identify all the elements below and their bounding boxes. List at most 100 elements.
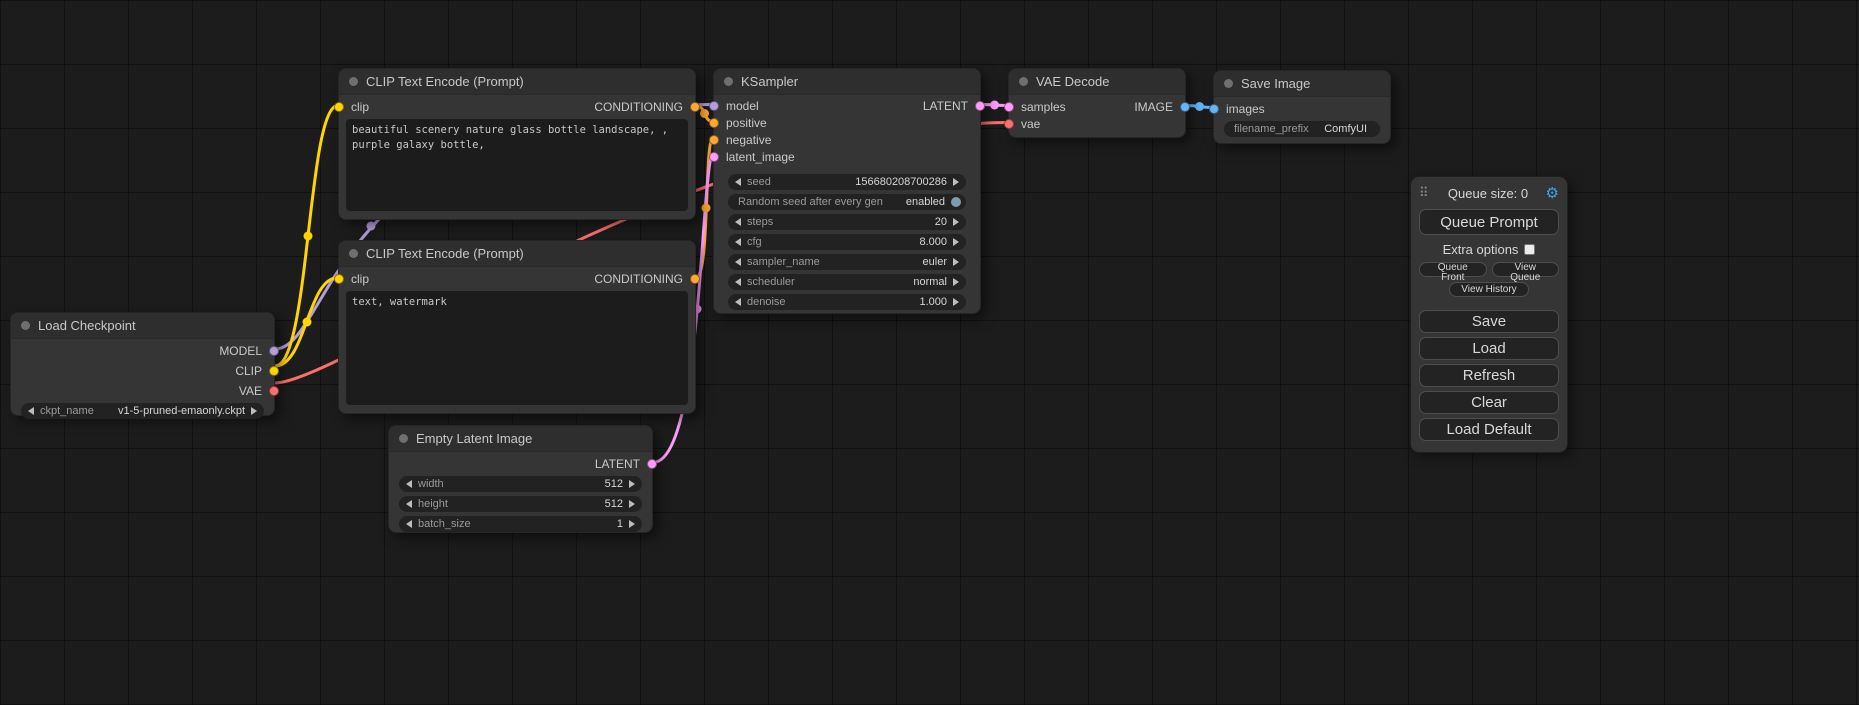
widget-height[interactable]: height 512: [399, 496, 642, 512]
link-midpoint-dot: [367, 222, 376, 231]
samples-input-dot[interactable]: [1004, 102, 1014, 112]
latent-output-dot[interactable]: [647, 459, 657, 469]
decrement-arrow-icon[interactable]: [406, 520, 412, 528]
input-slot-images: images: [1214, 100, 1390, 117]
decrement-arrow-icon[interactable]: [735, 278, 741, 286]
collapse-dot-icon[interactable]: [399, 434, 408, 443]
node-title: Save Image: [1241, 76, 1310, 91]
increment-arrow-icon[interactable]: [629, 480, 635, 488]
slot-row: clip CONDITIONING: [339, 270, 695, 287]
widget-denoise[interactable]: denoise 1.000: [728, 294, 966, 310]
collapse-dot-icon[interactable]: [349, 249, 358, 258]
increment-arrow-icon[interactable]: [629, 520, 635, 528]
node-graph-canvas[interactable]: Load Checkpoint MODEL CLIP VAE ckpt_name…: [0, 0, 1859, 705]
increment-arrow-icon[interactable]: [953, 258, 959, 266]
extra-options-checkbox[interactable]: [1524, 244, 1535, 255]
node-load-checkpoint[interactable]: Load Checkpoint MODEL CLIP VAE ckpt_name…: [10, 312, 275, 416]
latent-image-input-dot[interactable]: [709, 152, 719, 162]
decrement-arrow-icon[interactable]: [406, 480, 412, 488]
collapse-dot-icon[interactable]: [1019, 77, 1028, 86]
slot-label: VAE: [239, 384, 262, 398]
clip-input-dot[interactable]: [334, 274, 344, 284]
node-title-bar[interactable]: VAE Decode: [1009, 69, 1185, 95]
widget-sampler-name[interactable]: sampler_name euler: [728, 254, 966, 270]
widget-width[interactable]: width 512: [399, 476, 642, 492]
node-vae-decode[interactable]: VAE Decode IMAGE samples vae: [1008, 68, 1186, 138]
decrement-arrow-icon[interactable]: [406, 500, 412, 508]
increment-arrow-icon[interactable]: [953, 238, 959, 246]
widget-scheduler[interactable]: scheduler normal: [728, 274, 966, 290]
increment-arrow-icon[interactable]: [251, 407, 257, 415]
load-button[interactable]: Load: [1419, 337, 1559, 360]
positive-input-dot[interactable]: [709, 118, 719, 128]
decrement-arrow-icon[interactable]: [735, 258, 741, 266]
load-default-button[interactable]: Load Default: [1419, 418, 1559, 441]
link-midpoint-dot: [700, 109, 709, 118]
collapse-dot-icon[interactable]: [724, 77, 733, 86]
collapse-dot-icon[interactable]: [1224, 79, 1233, 88]
decrement-arrow-icon[interactable]: [735, 238, 741, 246]
drag-handle-icon[interactable]: [1419, 185, 1429, 201]
node-ksampler[interactable]: KSampler LATENT model positive negative …: [713, 68, 981, 314]
images-input-dot[interactable]: [1209, 104, 1219, 114]
node-title-bar[interactable]: Load Checkpoint: [11, 313, 274, 339]
settings-gear-icon[interactable]: [1546, 186, 1559, 201]
node-title-bar[interactable]: CLIP Text Encode (Prompt): [339, 69, 695, 95]
widget-random-seed-toggle[interactable]: Random seed after every gen enabled: [728, 194, 966, 210]
widget-filename-prefix[interactable]: filename_prefix ComfyUI: [1224, 121, 1380, 137]
collapse-dot-icon[interactable]: [21, 321, 30, 330]
node-title-bar[interactable]: Empty Latent Image: [389, 426, 652, 452]
node-clip-text-encode-positive[interactable]: CLIP Text Encode (Prompt) clip CONDITION…: [338, 68, 696, 220]
decrement-arrow-icon[interactable]: [28, 407, 34, 415]
widget-value: 20: [935, 216, 947, 228]
node-title-bar[interactable]: Save Image: [1214, 71, 1390, 97]
conditioning-output-dot[interactable]: [690, 102, 700, 112]
clip-output-dot[interactable]: [269, 366, 279, 376]
widget-label: batch_size: [418, 518, 471, 530]
widget-batch-size[interactable]: batch_size 1: [399, 516, 642, 532]
increment-arrow-icon[interactable]: [629, 500, 635, 508]
decrement-arrow-icon[interactable]: [735, 298, 741, 306]
negative-input-dot[interactable]: [709, 135, 719, 145]
vae-output-dot[interactable]: [269, 386, 279, 396]
toggle-dot-icon[interactable]: [951, 197, 961, 207]
increment-arrow-icon[interactable]: [953, 178, 959, 186]
queue-prompt-button[interactable]: Queue Prompt: [1419, 209, 1559, 235]
positive-prompt-textarea[interactable]: beautiful scenery nature glass bottle la…: [346, 119, 688, 211]
widget-label: cfg: [747, 236, 762, 248]
increment-arrow-icon[interactable]: [953, 218, 959, 226]
collapse-dot-icon[interactable]: [349, 77, 358, 86]
widget-value: euler: [923, 256, 947, 268]
refresh-button[interactable]: Refresh: [1419, 364, 1559, 387]
widget-seed[interactable]: seed 156680208700286: [728, 174, 966, 190]
widget-label: steps: [747, 216, 773, 228]
slot-label: LATENT: [595, 457, 640, 471]
widget-ckpt-name[interactable]: ckpt_name v1-5-pruned-emaonly.ckpt: [21, 403, 264, 419]
slot-label: images: [1226, 102, 1265, 116]
increment-arrow-icon[interactable]: [953, 298, 959, 306]
node-title-bar[interactable]: KSampler: [714, 69, 980, 95]
widget-steps[interactable]: steps 20: [728, 214, 966, 230]
node-clip-text-encode-negative[interactable]: CLIP Text Encode (Prompt) clip CONDITION…: [338, 240, 696, 414]
decrement-arrow-icon[interactable]: [735, 178, 741, 186]
widget-cfg[interactable]: cfg 8.000: [728, 234, 966, 250]
view-history-button[interactable]: View History: [1449, 282, 1529, 297]
slot-label: clip: [351, 272, 369, 286]
view-queue-button[interactable]: View Queue: [1492, 262, 1560, 277]
decrement-arrow-icon[interactable]: [735, 218, 741, 226]
node-empty-latent-image[interactable]: Empty Latent Image LATENT width 512 heig…: [388, 425, 653, 533]
clip-input-dot[interactable]: [334, 102, 344, 112]
clear-button[interactable]: Clear: [1419, 391, 1559, 414]
model-output-dot[interactable]: [269, 346, 279, 356]
increment-arrow-icon[interactable]: [953, 278, 959, 286]
vae-input-dot[interactable]: [1004, 119, 1014, 129]
model-input-dot[interactable]: [709, 101, 719, 111]
widget-label: Random seed after every gen: [738, 196, 883, 208]
save-button[interactable]: Save: [1419, 310, 1559, 333]
node-save-image[interactable]: Save Image images filename_prefix ComfyU…: [1213, 70, 1391, 144]
negative-prompt-textarea[interactable]: text, watermark: [346, 291, 688, 405]
queue-front-button[interactable]: Queue Front: [1419, 262, 1487, 277]
conditioning-output-dot[interactable]: [690, 274, 700, 284]
widget-label: denoise: [747, 296, 786, 308]
node-title-bar[interactable]: CLIP Text Encode (Prompt): [339, 241, 695, 267]
